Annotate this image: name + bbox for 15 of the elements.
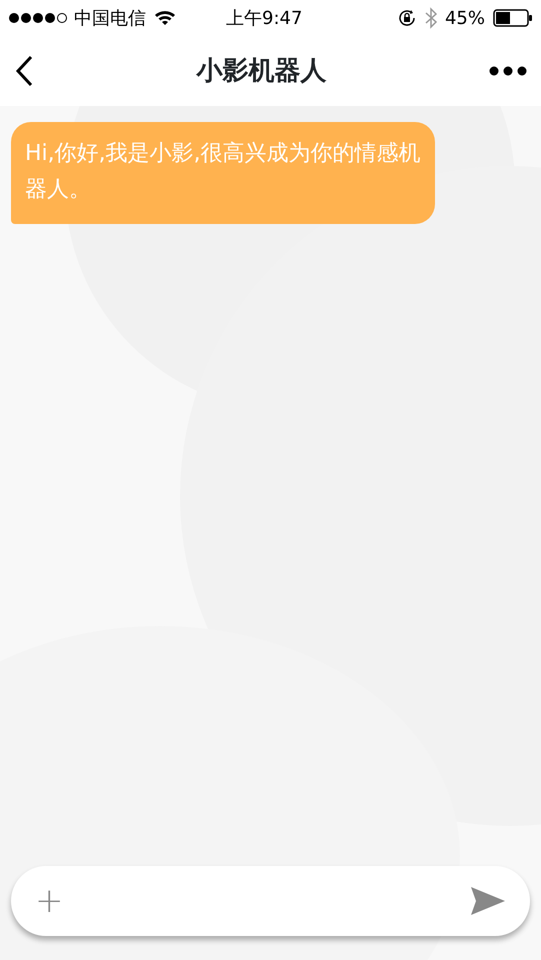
carrier-name: 中国电信 bbox=[74, 6, 146, 30]
wifi-icon bbox=[154, 10, 176, 26]
add-button[interactable]: + bbox=[35, 884, 64, 918]
signal-icon bbox=[8, 12, 70, 24]
message-bubble: Hi,你好,我是小影,很高兴成为你的情感机器人。 bbox=[11, 122, 435, 224]
rotation-lock-icon bbox=[396, 8, 417, 28]
clock-time: 上午9:47 bbox=[226, 6, 302, 30]
battery-percentage: 45% bbox=[444, 6, 485, 30]
page-title: 小影机器人 bbox=[196, 54, 326, 88]
send-icon[interactable] bbox=[470, 886, 506, 916]
bluetooth-icon bbox=[424, 7, 437, 29]
battery-icon bbox=[493, 9, 533, 27]
back-icon[interactable] bbox=[14, 55, 34, 87]
message-input-field[interactable]: + bbox=[11, 866, 530, 936]
more-icon[interactable] bbox=[489, 66, 527, 76]
